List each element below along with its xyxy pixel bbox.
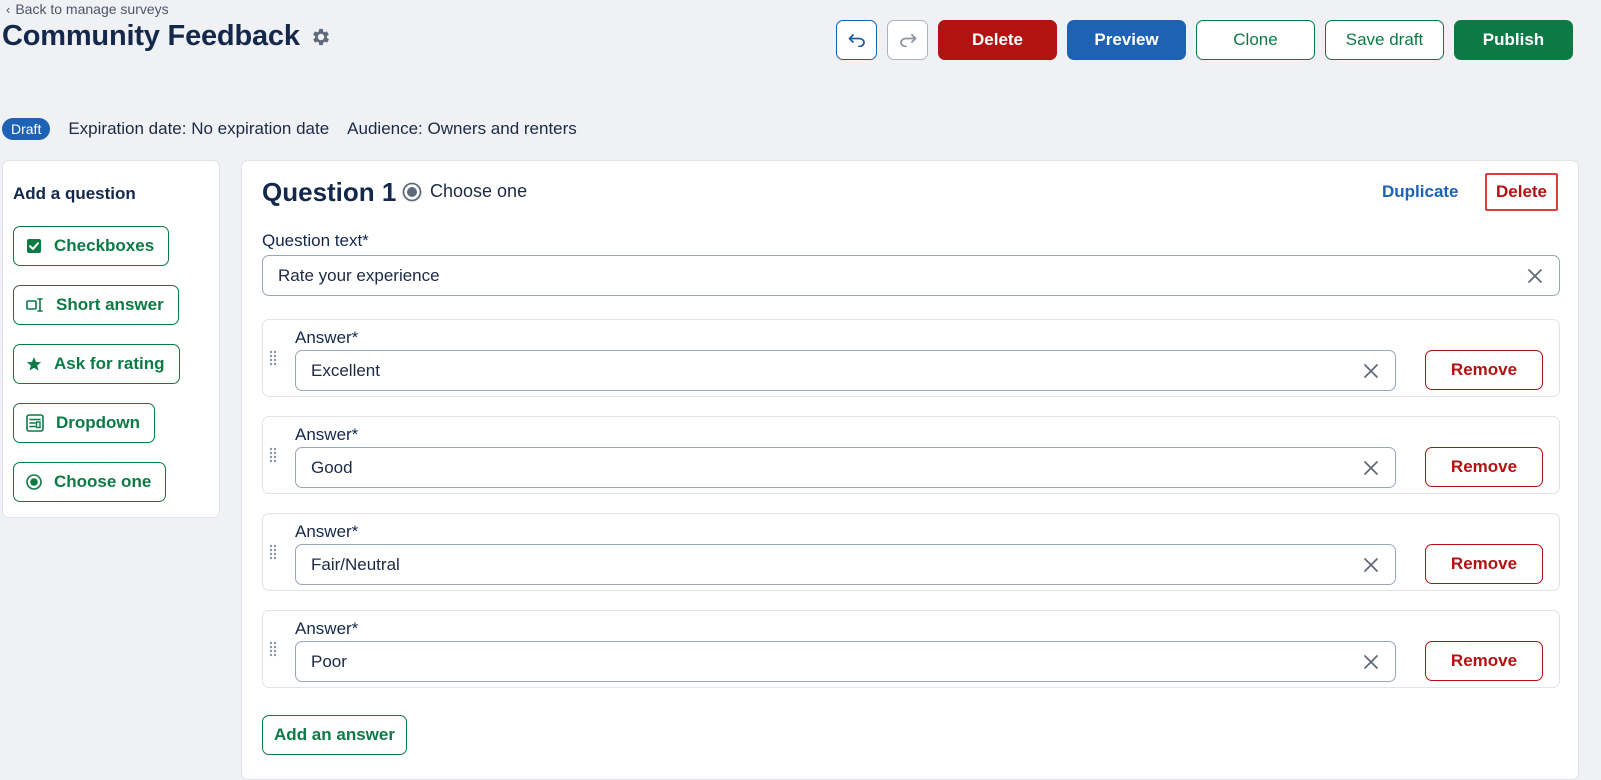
answer-label: Answer* <box>295 425 359 444</box>
clone-button[interactable]: Clone <box>1196 20 1315 60</box>
answer-label: Answer* <box>295 619 359 638</box>
chevron-left-icon: ‹ <box>6 1 11 17</box>
gear-icon[interactable] <box>310 26 332 48</box>
question-type-label: Choose one <box>430 181 528 201</box>
delete-question-link[interactable]: Delete <box>1485 173 1558 211</box>
answer-input[interactable]: Good <box>295 447 1396 488</box>
remove-answer-button[interactable]: Remove <box>1425 641 1543 681</box>
question-title: Question 1 <box>262 177 397 207</box>
add-rating-label: Ask for rating <box>54 354 165 373</box>
answer-value: Excellent <box>311 360 380 380</box>
question-type: Choose one <box>402 181 527 202</box>
answer-label: Answer* <box>295 522 359 541</box>
add-checkboxes-button[interactable]: Checkboxes <box>13 226 170 266</box>
survey-meta: Draft Expiration date: No expiration dat… <box>2 118 577 140</box>
toolbar: Delete Preview Clone Save draft Publish <box>836 20 1573 60</box>
clear-icon[interactable] <box>1362 653 1380 671</box>
dropdown-list-icon <box>26 414 44 432</box>
answer-input[interactable]: Fair/Neutral <box>295 544 1396 585</box>
radio-icon <box>402 182 422 201</box>
checkbox-icon <box>27 239 41 253</box>
add-choose-one-label: Choose one <box>54 472 152 491</box>
status-badge: Draft <box>2 118 51 140</box>
text-cursor-icon <box>26 298 43 312</box>
drag-handle-icon[interactable] <box>269 544 277 560</box>
undo-button[interactable] <box>836 20 877 60</box>
clear-icon[interactable] <box>1362 362 1380 380</box>
answer-row: Answer* Excellent Remove <box>262 319 1560 397</box>
page-title: Community Feedback <box>2 20 300 52</box>
save-draft-button[interactable]: Save draft <box>1325 20 1444 60</box>
audience: Audience: Owners and renters <box>347 119 577 138</box>
answer-row: Answer* Poor Remove <box>262 610 1560 688</box>
undo-icon <box>848 34 865 47</box>
add-dropdown-label: Dropdown <box>56 413 141 432</box>
drag-handle-icon[interactable] <box>269 447 277 463</box>
answer-row: Answer* Fair/Neutral Remove <box>262 513 1560 591</box>
add-dropdown-button[interactable]: Dropdown <box>13 403 156 443</box>
answer-row: Answer* Good Remove <box>262 416 1560 494</box>
publish-button[interactable]: Publish <box>1454 20 1573 60</box>
delete-survey-button[interactable]: Delete <box>938 20 1057 60</box>
clear-icon[interactable] <box>1362 556 1380 574</box>
clear-icon[interactable] <box>1362 459 1380 477</box>
back-link-label: Back to manage surveys <box>15 1 169 17</box>
redo-button[interactable] <box>887 20 928 60</box>
redo-icon <box>899 34 916 47</box>
remove-answer-button[interactable]: Remove <box>1425 544 1543 584</box>
add-short-answer-label: Short answer <box>56 295 164 314</box>
question-text-value: Rate your experience <box>278 265 440 285</box>
title-row: Community Feedback <box>2 20 332 53</box>
answer-value: Fair/Neutral <box>311 554 400 574</box>
add-short-answer-button[interactable]: Short answer <box>13 285 179 325</box>
answer-value: Good <box>311 457 353 477</box>
question-card: Question 1 Choose one Duplicate Delete Q… <box>241 160 1579 780</box>
clear-icon[interactable] <box>1526 267 1544 285</box>
add-answer-button[interactable]: Add an answer <box>262 715 407 755</box>
radio-icon <box>26 474 42 490</box>
preview-button[interactable]: Preview <box>1067 20 1186 60</box>
add-checkboxes-label: Checkboxes <box>54 236 155 255</box>
answer-input[interactable]: Poor <box>295 641 1396 682</box>
answer-label: Answer* <box>295 328 359 347</box>
duplicate-question-link[interactable]: Duplicate <box>1382 182 1459 202</box>
answer-value: Poor <box>311 651 347 671</box>
add-question-panel: Add a question Checkboxes Short answer A… <box>2 160 220 518</box>
remove-answer-button[interactable]: Remove <box>1425 447 1543 487</box>
add-question-heading: Add a question <box>13 184 136 203</box>
question-text-label: Question text* <box>262 231 369 250</box>
question-text-input[interactable]: Rate your experience <box>262 255 1560 296</box>
expiration-date: Expiration date: No expiration date <box>68 119 330 138</box>
star-icon <box>26 357 42 371</box>
drag-handle-icon[interactable] <box>269 350 277 366</box>
add-choose-one-button[interactable]: Choose one <box>13 462 167 502</box>
remove-answer-button[interactable]: Remove <box>1425 350 1543 390</box>
back-link[interactable]: ‹ Back to manage surveys <box>6 1 169 17</box>
add-rating-button[interactable]: Ask for rating <box>13 344 180 384</box>
drag-handle-icon[interactable] <box>269 641 277 657</box>
answer-input[interactable]: Excellent <box>295 350 1396 391</box>
